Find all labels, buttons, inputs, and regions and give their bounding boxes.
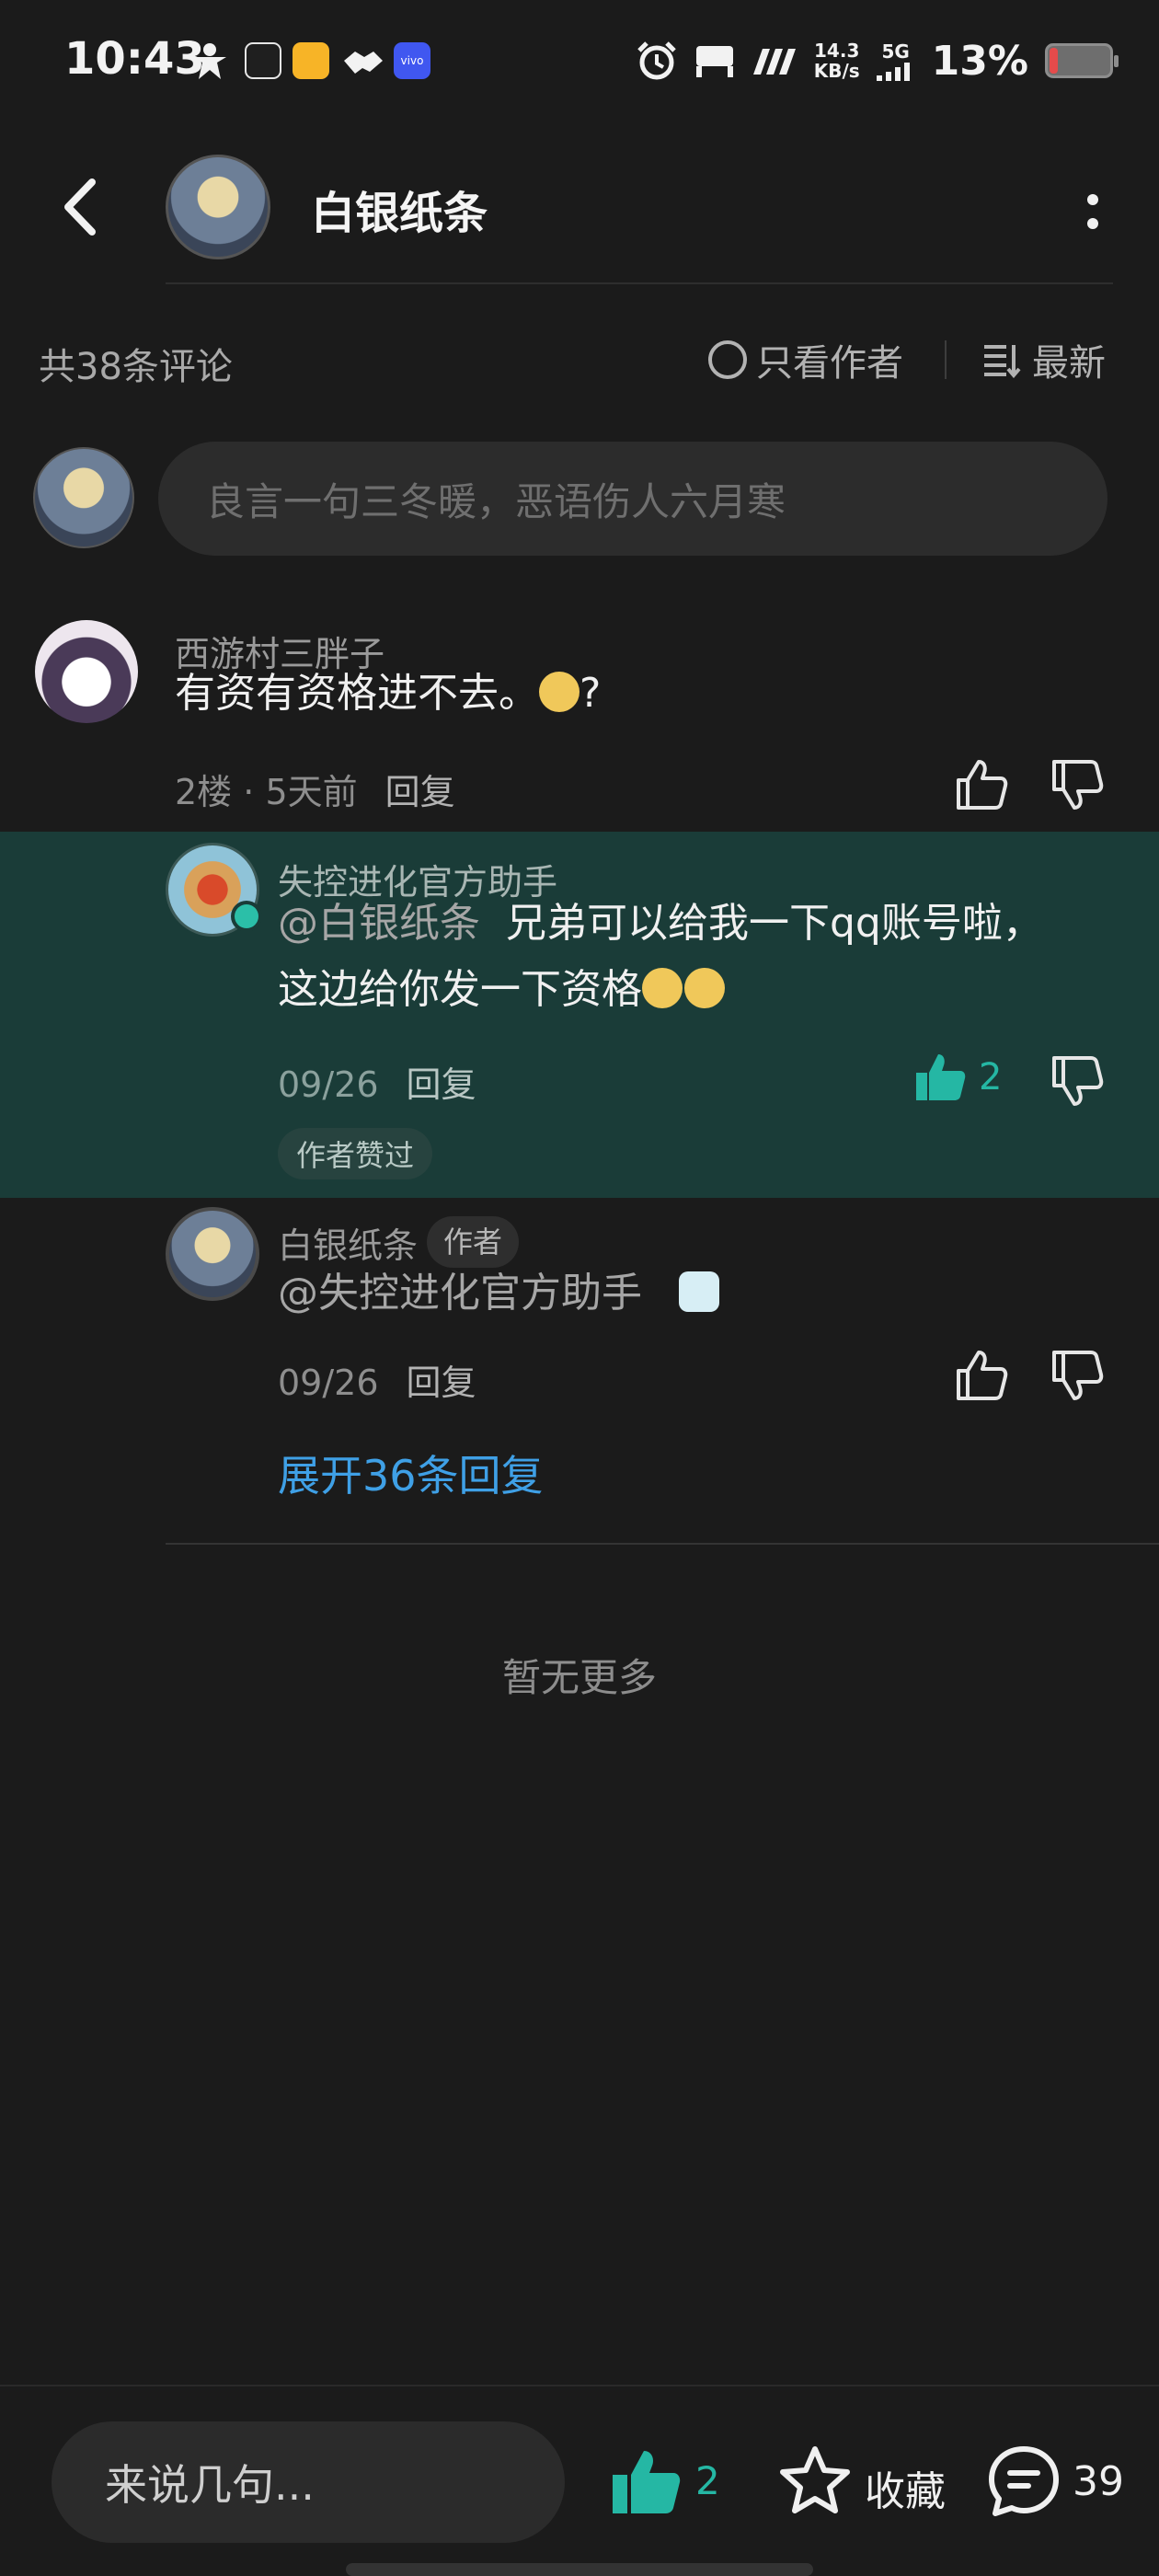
post-like-count: 2	[695, 2458, 720, 2503]
star-icon[interactable]	[778, 2444, 852, 2517]
person-icon	[193, 43, 226, 79]
dislike-icon[interactable]	[1049, 1054, 1106, 1108]
dislike-icon[interactable]	[1049, 1349, 1106, 1402]
signal-strength-icon	[752, 49, 796, 75]
bottom-input-placeholder: 来说几句...	[105, 2460, 315, 2510]
smug-emoji-icon	[539, 672, 580, 712]
back-icon[interactable]	[55, 175, 110, 239]
handshake-icon	[344, 52, 383, 74]
status-bar: 10:43 vivo 14.3 KB/s 5G 13%	[0, 0, 1159, 129]
header-divider	[166, 282, 1113, 284]
my-avatar	[33, 447, 134, 548]
reply-item: 白银纸条 作者 @失控进化官方助手 09/26 回复	[0, 1198, 1159, 1428]
expand-replies-link[interactable]: 展开36条回复	[278, 1443, 544, 1503]
video-app-icon	[293, 42, 329, 79]
favorite-label[interactable]: 收藏	[865, 2458, 946, 2517]
post-like-icon[interactable]	[609, 2447, 683, 2517]
no-more-label: 暂无更多	[501, 1655, 657, 1700]
net-speed: 14.3 KB/s	[813, 40, 860, 82]
comment-input[interactable]: 良言一句三冬暖，恶语伤人六月寒	[158, 442, 1107, 556]
reply-meta: 09/26 回复	[278, 1363, 476, 1403]
commenter-avatar[interactable]	[35, 620, 138, 723]
more-options-icon[interactable]	[1082, 189, 1104, 235]
cell-bars-icon	[876, 63, 910, 81]
meta-separator	[945, 340, 947, 379]
comment-item: 西游村三胖子 有资有资格进不去。? 2楼 · 5天前 回复	[0, 607, 1159, 832]
like-icon[interactable]	[953, 758, 1010, 811]
reply-avatar[interactable]	[166, 843, 262, 937]
mention-link[interactable]: @失控进化官方助手	[278, 1270, 642, 1317]
header-avatar[interactable]	[166, 155, 270, 259]
reply-item: 失控进化官方助手 @白银纸条 兄弟可以给我一下qq账号啦， 这边给你发一下资格 …	[0, 832, 1159, 1198]
comment-meta: 2楼 · 5天前 回复	[175, 772, 455, 812]
cell-signal: 5G	[876, 40, 915, 81]
comments-meta: 共38条评论 只看作者 最新	[0, 322, 1159, 396]
comment-input-placeholder: 良言一句三冬暖，恶语伤人六月寒	[206, 478, 786, 524]
page-title: 白银纸条	[311, 188, 488, 239]
mention-link[interactable]: @白银纸条	[278, 900, 480, 947]
only-author-label: 只看作者	[756, 342, 903, 385]
comment-text: 有资有资格进不去。?	[175, 670, 602, 717]
battery-fill	[1050, 48, 1058, 74]
reply-meta: 09/26 回复	[278, 1064, 476, 1105]
emoji-icon	[642, 968, 683, 1008]
battery-icon	[1045, 43, 1119, 78]
sort-icon	[984, 345, 1021, 378]
crying-emoji-icon	[679, 1271, 719, 1312]
alarm-icon	[637, 41, 676, 80]
author-liked-badge: 作者赞过	[278, 1128, 433, 1179]
only-author-toggle[interactable]: 只看作者	[708, 333, 903, 386]
app-notification-icon	[245, 42, 281, 79]
bottom-bar-divider	[0, 2385, 1159, 2386]
sort-label: 最新	[1032, 342, 1106, 385]
battery-percent: 13%	[931, 37, 1028, 85]
status-right: 14.3 KB/s 5G 13%	[636, 33, 1119, 88]
thread-divider	[166, 1543, 1159, 1545]
comment-total: 39	[1073, 2458, 1124, 2505]
home-indicator[interactable]	[346, 2563, 813, 2576]
bottom-comment-input[interactable]: 来说几句...	[52, 2421, 565, 2543]
reply-button[interactable]: 回复	[407, 1363, 476, 1403]
liked-icon[interactable]	[912, 1051, 970, 1104]
comment-icon[interactable]	[986, 2444, 1061, 2519]
sort-button[interactable]: 最新	[982, 333, 1106, 386]
dislike-icon[interactable]	[1049, 758, 1106, 811]
reply-button[interactable]: 回复	[385, 772, 455, 812]
reply-text: @白银纸条 兄弟可以给我一下qq账号啦， 这边给你发一下资格	[278, 900, 1043, 1013]
reply-avatar[interactable]	[166, 1207, 259, 1301]
sleep-mode-icon	[695, 46, 733, 77]
status-time: 10:43	[64, 33, 205, 85]
reply-text: @失控进化官方助手	[278, 1260, 719, 1327]
like-icon[interactable]	[953, 1349, 1010, 1402]
like-count: 2	[979, 1056, 1003, 1098]
header: 白银纸条	[0, 138, 1159, 276]
vivo-app-icon: vivo	[394, 42, 430, 79]
reply-button[interactable]: 回复	[407, 1064, 476, 1105]
verified-badge	[231, 901, 262, 932]
comment-count: 共38条评论	[39, 346, 233, 388]
emoji-icon	[684, 968, 725, 1008]
radio-icon	[708, 340, 747, 379]
